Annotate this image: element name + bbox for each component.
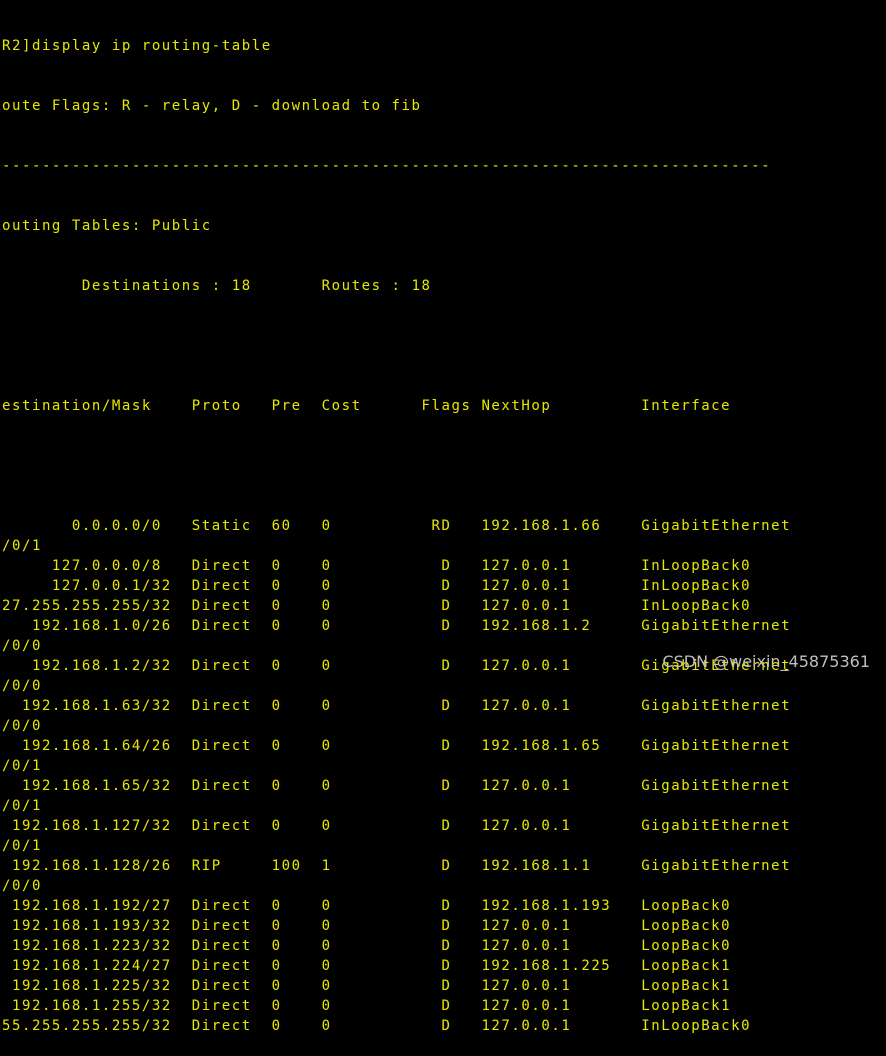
table-row-continuation: 0/0/1	[0, 838, 42, 854]
table-row: 192.168.1.127/32 Direct 0 0 D 127.0.0.1 …	[0, 818, 792, 834]
table-row-continuation: 0/0/1	[0, 538, 42, 554]
table-row: 192.168.1.192/27 Direct 0 0 D 192.168.1.…	[0, 898, 732, 914]
table-row: 192.168.1.255/32 Direct 0 0 D 127.0.0.1 …	[0, 998, 732, 1014]
route-flags-line: Route Flags: R - relay, D - download to …	[0, 98, 422, 114]
table-row: 192.168.1.63/32 Direct 0 0 D 127.0.0.1 G…	[0, 698, 792, 714]
table-row: 127.0.0.1/32 Direct 0 0 D 127.0.0.1 InLo…	[0, 578, 752, 594]
table-row: 192.168.1.65/32 Direct 0 0 D 127.0.0.1 G…	[0, 778, 792, 794]
table-row-continuation: 0/0/0	[0, 678, 42, 694]
table-row-continuation: 0/0/0	[0, 718, 42, 734]
table-row: 0.0.0.0/0 Static 60 0 RD 192.168.1.66 Gi…	[0, 518, 792, 534]
table-row: 192.168.1.193/32 Direct 0 0 D 127.0.0.1 …	[0, 918, 732, 934]
table-row: 255.255.255.255/32 Direct 0 0 D 127.0.0.…	[0, 1018, 752, 1034]
table-row: 127.0.0.0/8 Direct 0 0 D 127.0.0.1 InLoo…	[0, 558, 752, 574]
table-row: 192.168.1.64/26 Direct 0 0 D 192.168.1.6…	[0, 738, 792, 754]
routing-table-body: 0.0.0.0/0 Static 60 0 RD 192.168.1.66 Gi…	[0, 516, 886, 1036]
command-line: [R2]display ip routing-table	[0, 38, 272, 54]
table-row: 127.255.255.255/32 Direct 0 0 D 127.0.0.…	[0, 598, 752, 614]
routing-summary: Destinations : 18 Routes : 18	[0, 278, 432, 294]
separator-line: ----------------------------------------…	[0, 158, 772, 174]
table-row-continuation: 0/0/1	[0, 758, 42, 774]
watermark-text: CSDN @weixin_45875361	[662, 652, 870, 671]
table-row: 192.168.1.128/26 RIP 100 1 D 192.168.1.1…	[0, 858, 792, 874]
table-row: 192.168.1.225/32 Direct 0 0 D 127.0.0.1 …	[0, 978, 732, 994]
routing-tables-title: Routing Tables: Public	[0, 218, 212, 234]
table-row: 192.168.1.0/26 Direct 0 0 D 192.168.1.2 …	[0, 618, 792, 634]
table-row: 192.168.1.223/32 Direct 0 0 D 127.0.0.1 …	[0, 938, 732, 954]
terminal-window[interactable]: [R2]display ip routing-table Route Flags…	[0, 0, 886, 1034]
table-row: 192.168.1.224/27 Direct 0 0 D 192.168.1.…	[0, 958, 732, 974]
table-header: Destination/Mask Proto Pre Cost Flags Ne…	[0, 398, 732, 414]
table-row-continuation: 0/0/1	[0, 798, 42, 814]
table-row-continuation: 0/0/0	[0, 878, 42, 894]
